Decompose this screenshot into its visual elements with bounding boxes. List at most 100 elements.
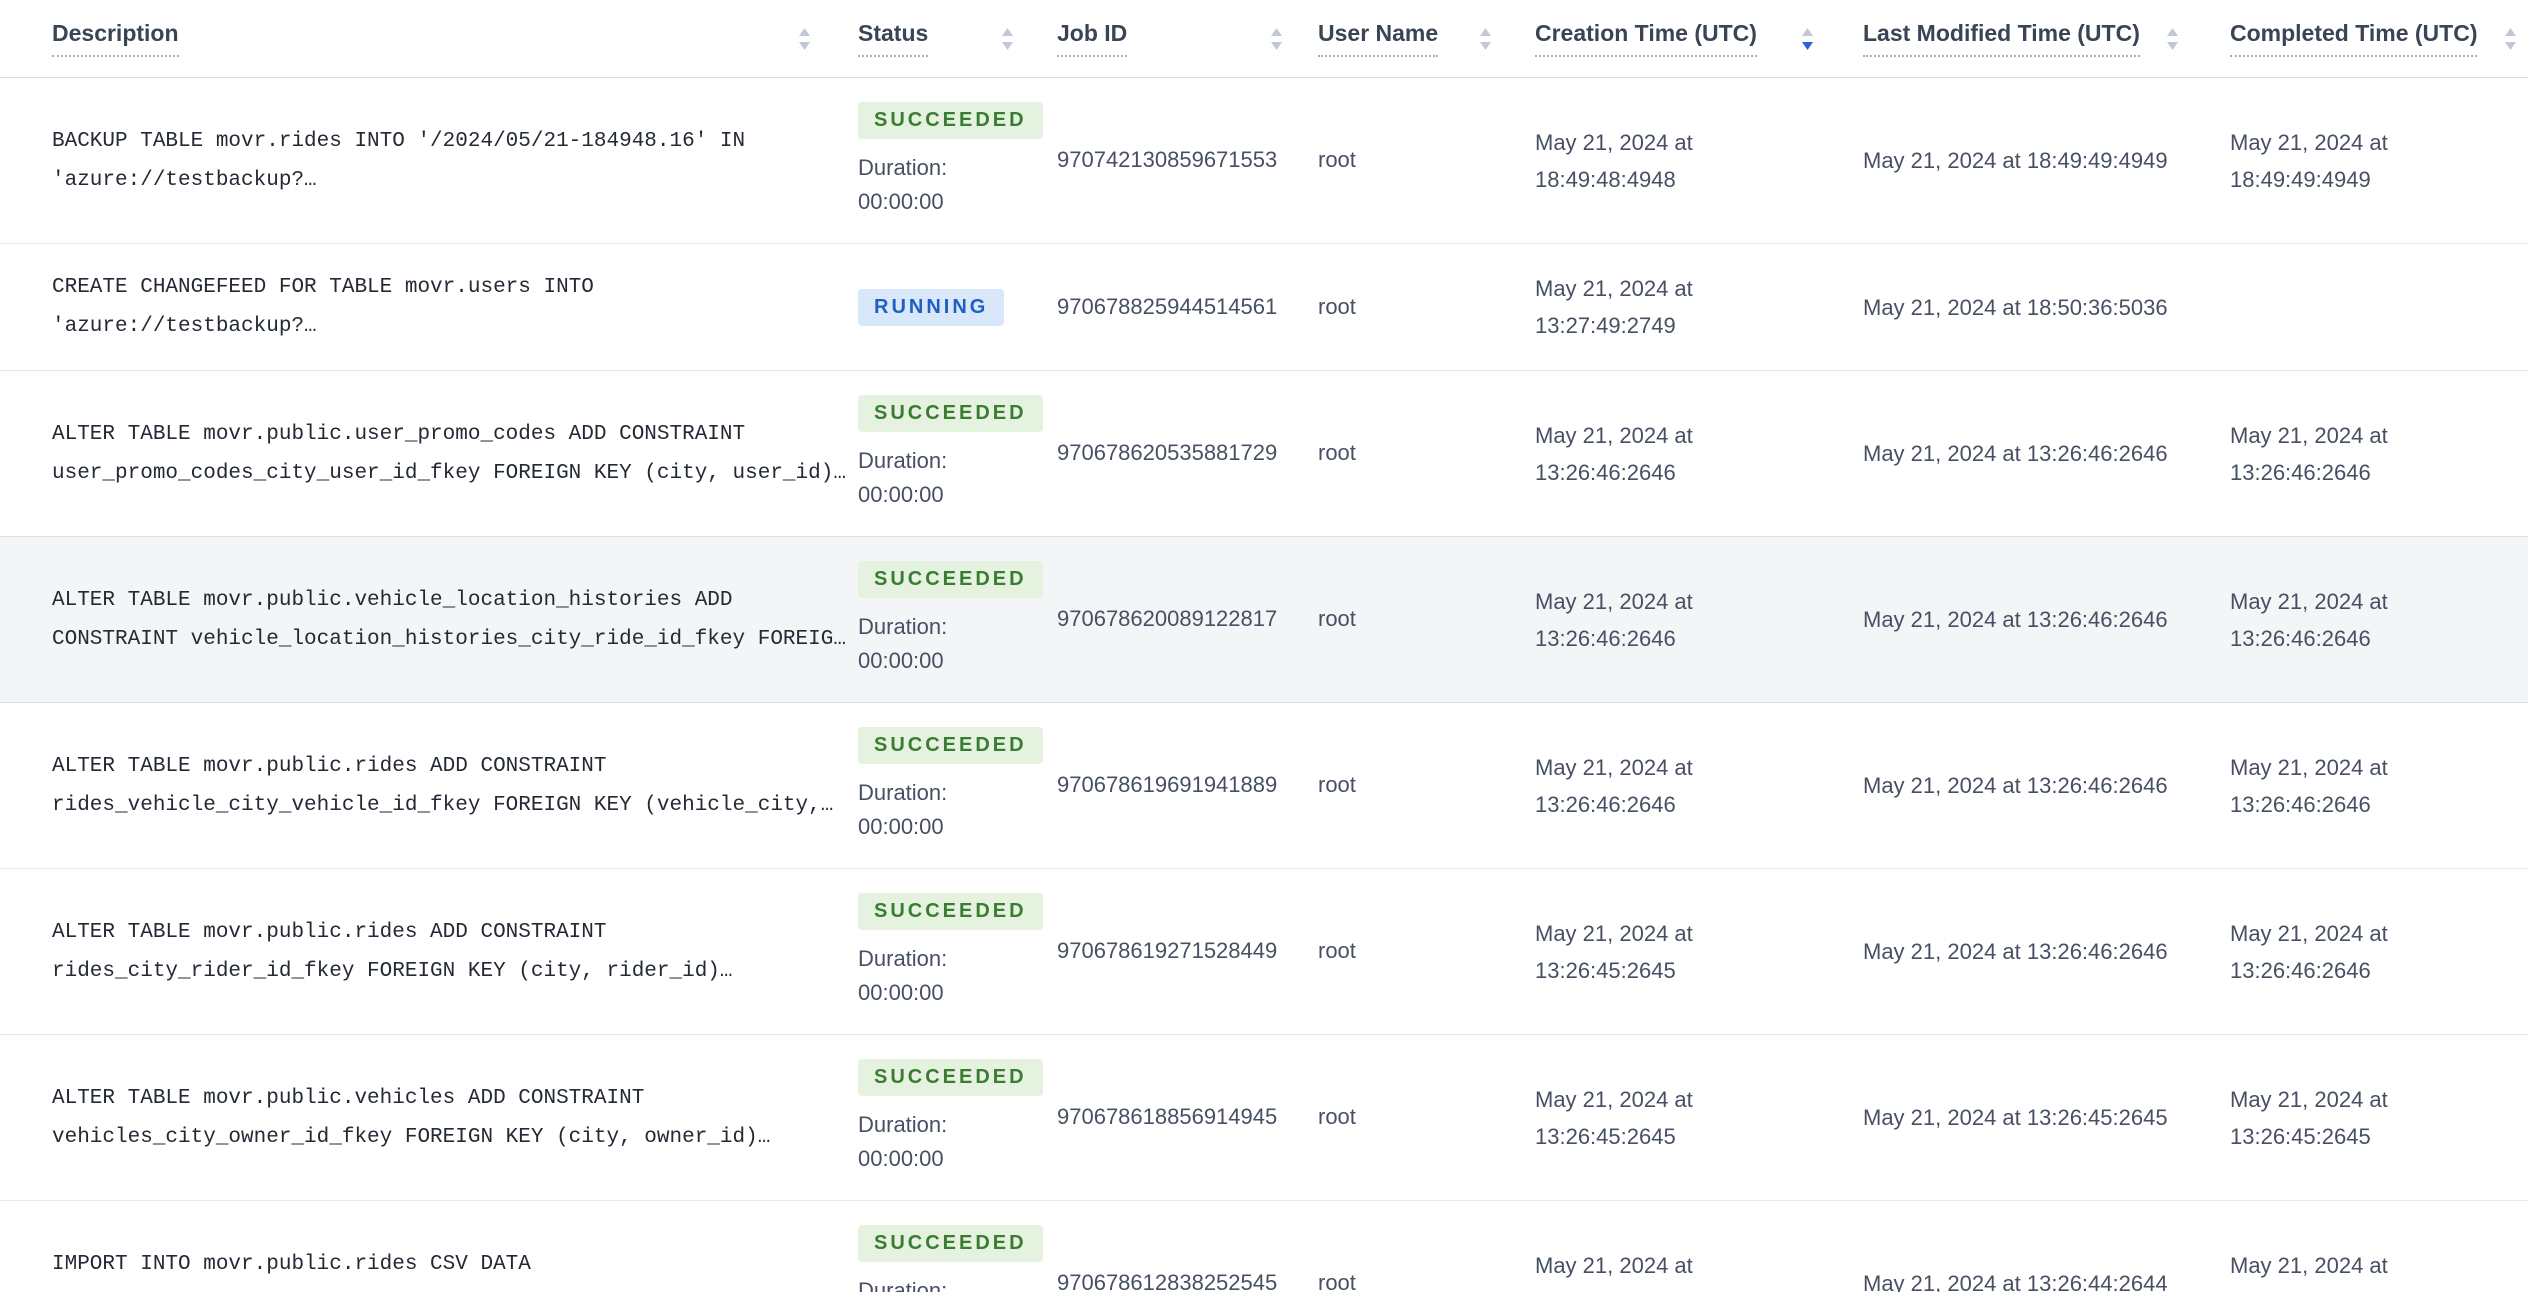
table-row[interactable]: ALTER TABLE movr.public.rides ADD CONSTR… [0,868,2528,1034]
duration-label: Duration: [858,1112,948,1137]
job-id: 970678619271528449 [1057,938,1278,964]
table-row[interactable]: ALTER TABLE movr.public.user_promo_codes… [0,370,2528,536]
completed-time: May 21, 2024 at 13:26:44:2644 [2230,1252,2388,1292]
column-header-status[interactable]: Status [858,20,1057,57]
job-duration: Duration: 00:00:00 [858,942,947,1010]
user-name: root [1318,147,1356,173]
status-badge: SUCCEEDED [858,1225,1043,1262]
creation-time: May 21, 2024 at 13:27:49:2749 [1535,276,1693,338]
last-modified-time: May 21, 2024 at 13:26:46:2646 [1863,773,2168,798]
user-name: root [1318,938,1356,964]
sort-icon[interactable] [1002,27,1013,50]
job-id: 970678612838252545 [1057,1270,1278,1292]
column-header-label: User Name [1318,20,1439,57]
job-duration: Duration: 00:00:00 [858,1274,947,1292]
status-badge: SUCCEEDED [858,1059,1043,1096]
duration-label: Duration: [858,946,948,971]
status-badge: SUCCEEDED [858,102,1043,139]
job-duration: Duration: 00:00:00 [858,776,947,844]
creation-time: May 21, 2024 at 13:26:46:2646 [1535,422,1693,485]
column-header-description[interactable]: Description [0,20,858,57]
completed-time: May 21, 2024 at 13:26:46:2646 [2230,588,2388,651]
job-description[interactable]: ALTER TABLE movr.public.rides ADD CONSTR… [52,913,858,991]
sort-icon[interactable] [1271,27,1282,50]
status-badge: SUCCEEDED [858,395,1043,432]
status-badge: SUCCEEDED [858,893,1043,930]
column-header-user-name[interactable]: User Name [1318,20,1535,57]
sort-icon[interactable] [1480,27,1491,50]
completed-time: May 21, 2024 at 13:26:46:2646 [2230,422,2388,485]
completed-time: May 21, 2024 at 13:26:45:2645 [2230,1086,2388,1149]
job-description[interactable]: ALTER TABLE movr.public.rides ADD CONSTR… [52,747,858,825]
completed-time: May 21, 2024 at 13:26:46:2646 [2230,754,2388,817]
column-header-creation-time[interactable]: Creation Time (UTC) [1535,20,1863,57]
column-header-completed-time[interactable]: Completed Time (UTC) [2230,20,2528,57]
table-row[interactable]: BACKUP TABLE movr.rides INTO '/2024/05/2… [0,78,2528,243]
job-description[interactable]: CREATE CHANGEFEED FOR TABLE movr.users I… [52,268,858,346]
last-modified-time: May 21, 2024 at 18:50:36:5036 [1863,294,2168,320]
last-modified-time: May 21, 2024 at 13:26:44:2644 [1863,1271,2168,1292]
sort-icon[interactable] [2505,27,2516,50]
creation-time: May 21, 2024 at 13:26:46:2646 [1535,588,1693,651]
job-description[interactable]: BACKUP TABLE movr.rides INTO '/2024/05/2… [52,122,858,200]
creation-time: May 21, 2024 at 13:26:45:2645 [1535,1086,1693,1149]
job-id: 970678620535881729 [1057,440,1278,466]
user-name: root [1318,772,1356,798]
column-header-label: Description [52,20,179,57]
job-id: 970678618856914945 [1057,1104,1278,1130]
jobs-table: Description Status Job ID User Name Crea… [0,0,2528,1292]
user-name: root [1318,293,1356,319]
completed-time: May 21, 2024 at 18:49:49:4949 [2230,129,2388,192]
duration-label: Duration: [858,780,948,805]
table-row[interactable]: ALTER TABLE movr.public.vehicles ADD CON… [0,1034,2528,1200]
column-header-label: Completed Time (UTC) [2230,20,2478,57]
column-header-label: Last Modified Time (UTC) [1863,20,2140,57]
creation-time: May 21, 2024 at 13:26:43:2643 [1535,1252,1693,1292]
job-duration: Duration: 00:00:00 [858,610,947,678]
duration-value: 00:00:00 [858,482,944,507]
creation-time: May 21, 2024 at 18:49:48:4948 [1535,129,1693,192]
completed-time: May 21, 2024 at 13:26:46:2646 [2230,920,2388,983]
job-description[interactable]: ALTER TABLE movr.public.user_promo_codes… [52,415,858,493]
duration-label: Duration: [858,1278,948,1292]
creation-time: May 21, 2024 at 13:26:46:2646 [1535,754,1693,817]
user-name: root [1318,440,1356,466]
last-modified-time: May 21, 2024 at 18:49:49:4949 [1863,148,2168,173]
table-row[interactable]: ALTER TABLE movr.public.rides ADD CONSTR… [0,702,2528,868]
column-header-job-id[interactable]: Job ID [1057,20,1318,57]
sort-icon[interactable] [799,27,810,50]
job-id: 970678620089122817 [1057,606,1278,632]
job-description[interactable]: ALTER TABLE movr.public.vehicle_location… [52,581,858,659]
last-modified-time: May 21, 2024 at 13:26:46:2646 [1863,441,2168,466]
duration-label: Duration: [858,448,948,473]
job-id: 970678825944514561 [1057,293,1278,319]
sort-icon-active-desc[interactable] [1802,27,1813,50]
sort-icon[interactable] [2167,27,2178,50]
job-id: 970742130859671553 [1057,147,1278,173]
duration-value: 00:00:00 [858,814,944,839]
creation-time: May 21, 2024 at 13:26:45:2645 [1535,920,1693,983]
duration-value: 00:00:00 [858,189,944,214]
table-row[interactable]: IMPORT INTO movr.public.rides CSV DATA (… [0,1200,2528,1292]
user-name: root [1318,606,1356,632]
job-id: 970678619691941889 [1057,772,1278,798]
job-duration: Duration: 00:00:00 [858,1108,947,1176]
column-header-label: Status [858,20,929,57]
table-header-row: Description Status Job ID User Name Crea… [0,0,2528,78]
jobs-page: Description Status Job ID User Name Crea… [0,0,2528,1292]
job-description[interactable]: ALTER TABLE movr.public.vehicles ADD CON… [52,1079,858,1157]
status-badge: SUCCEEDED [858,561,1043,598]
job-duration: Duration: 00:00:00 [858,151,947,219]
table-row[interactable]: ALTER TABLE movr.public.vehicle_location… [0,536,2528,702]
last-modified-time: May 21, 2024 at 13:26:45:2645 [1863,1105,2168,1130]
last-modified-time: May 21, 2024 at 13:26:46:2646 [1863,939,2168,964]
column-header-last-modified-time[interactable]: Last Modified Time (UTC) [1863,20,2230,57]
job-duration: Duration: 00:00:00 [858,444,947,512]
user-name: root [1318,1104,1356,1130]
job-description[interactable]: IMPORT INTO movr.public.rides CSV DATA (… [52,1245,858,1292]
column-header-label: Job ID [1057,20,1128,57]
status-badge: SUCCEEDED [858,727,1043,764]
table-body: BACKUP TABLE movr.rides INTO '/2024/05/2… [0,78,2528,1292]
duration-label: Duration: [858,614,948,639]
table-row[interactable]: CREATE CHANGEFEED FOR TABLE movr.users I… [0,243,2528,370]
